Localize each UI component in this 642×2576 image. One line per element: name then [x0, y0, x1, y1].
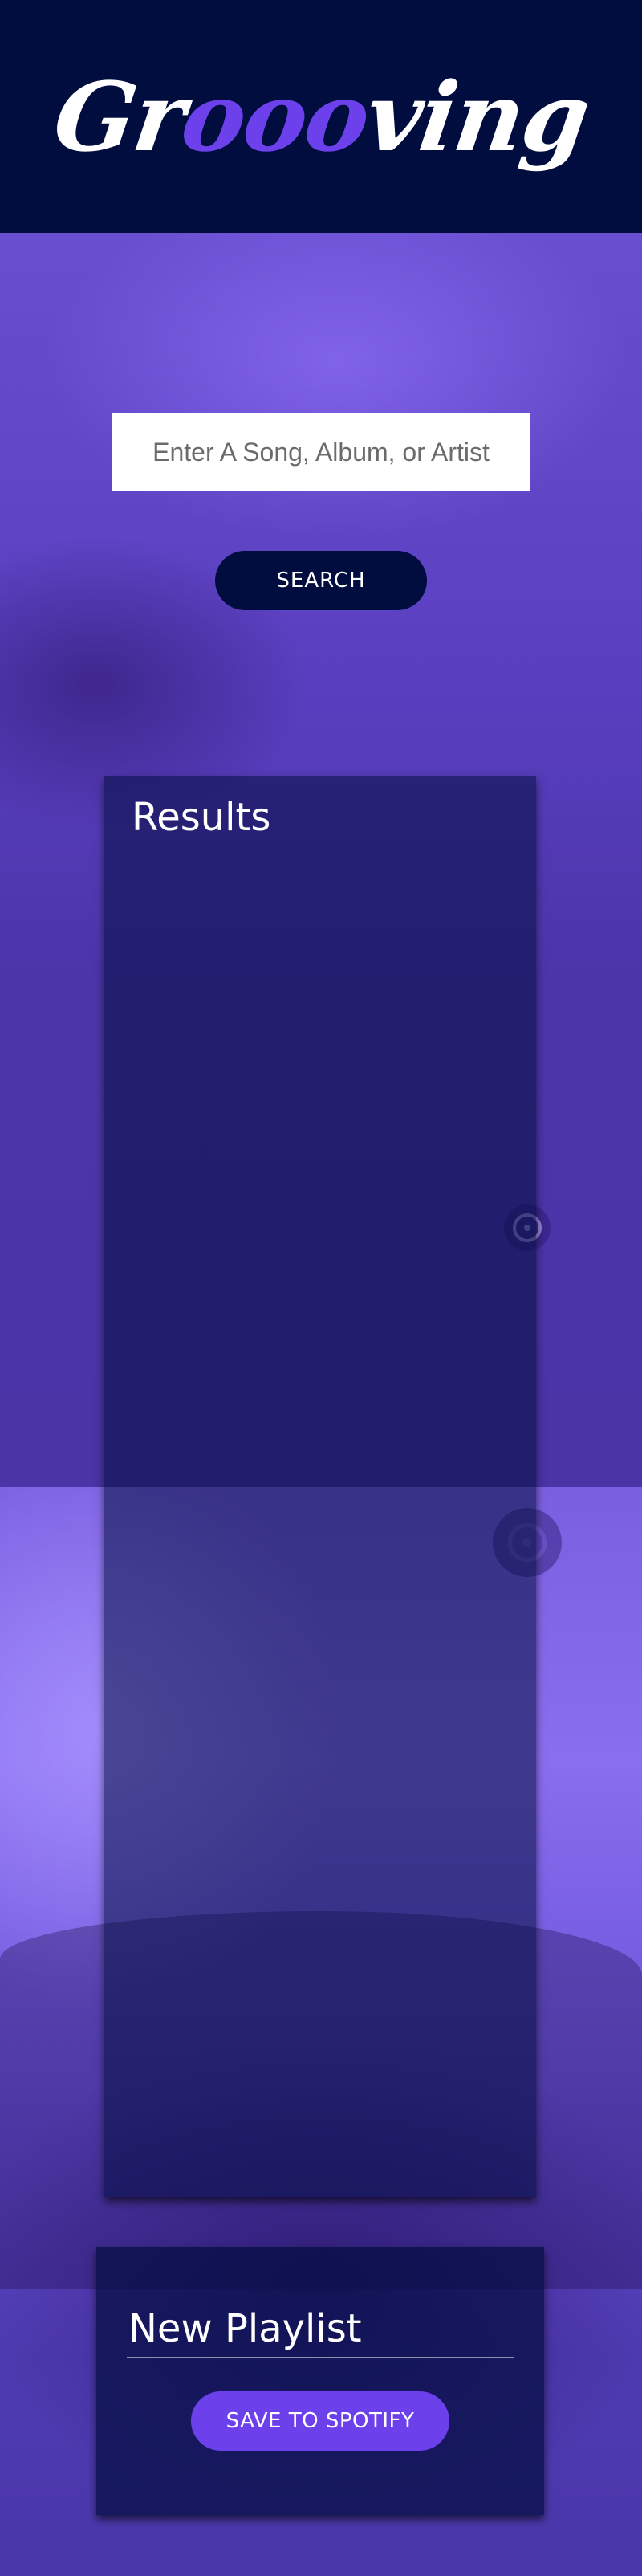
- playlist-panel: SAVE TO SPOTIFY: [96, 2247, 544, 2515]
- search-button[interactable]: SEARCH: [215, 551, 427, 610]
- search-input[interactable]: [112, 413, 530, 491]
- playlist-name-input[interactable]: [127, 2300, 514, 2358]
- results-panel: Results: [104, 776, 536, 2197]
- logo-text-end: ving: [359, 60, 595, 173]
- logo-text-accent: ooo: [174, 60, 376, 173]
- results-title: Results: [132, 795, 271, 840]
- logo-text-start: Gr: [47, 60, 191, 173]
- app-logo: Groooving: [47, 61, 595, 173]
- save-to-spotify-button[interactable]: SAVE TO SPOTIFY: [191, 2391, 449, 2451]
- app-header: Groooving: [0, 0, 642, 233]
